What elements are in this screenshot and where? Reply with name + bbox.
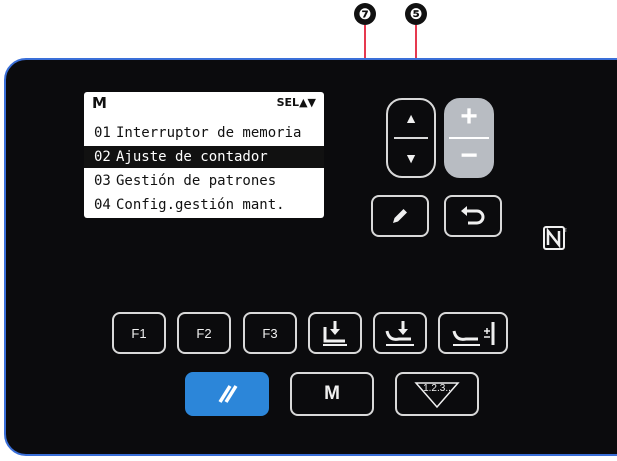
mode-button[interactable]: M bbox=[290, 372, 374, 416]
thread-clamp-icon bbox=[385, 321, 414, 346]
up-arrow-icon[interactable]: ▲ bbox=[404, 110, 418, 126]
up-down-button[interactable]: ▲ ▼ bbox=[386, 98, 436, 178]
lcd-row-number: 04 bbox=[94, 197, 111, 213]
lcd-menu-row-selected[interactable]: 02 Ajuste de contador bbox=[84, 146, 324, 168]
return-icon bbox=[461, 206, 485, 225]
bobbin-winder-icon bbox=[452, 322, 495, 346]
lcd-row-label: Gestión de patrones bbox=[116, 173, 277, 189]
lcd-screen: M SEL▲▼ 01 Interruptor de memoria 02 Ajust… bbox=[84, 92, 324, 218]
f3-button[interactable]: F3 bbox=[243, 312, 297, 354]
plus-minus-button[interactable]: + − bbox=[444, 98, 494, 178]
minus-icon[interactable]: − bbox=[460, 141, 478, 171]
lcd-menu-row[interactable]: 03 Gestión de patrones bbox=[84, 170, 324, 192]
up-down-divider bbox=[394, 137, 428, 139]
return-button[interactable] bbox=[444, 195, 502, 237]
lcd-row-label: Config.gestión mant. bbox=[116, 197, 285, 213]
lcd-select-indicator: SEL▲▼ bbox=[276, 96, 316, 109]
lcd-row-label: Interruptor de memoria bbox=[116, 125, 302, 141]
lcd-menu-row[interactable]: 01 Interruptor de memoria bbox=[84, 122, 324, 144]
bobbin-winder-button[interactable] bbox=[438, 312, 508, 354]
f2-button[interactable]: F2 bbox=[177, 312, 231, 354]
lcd-mode: M bbox=[92, 94, 107, 112]
lcd-row-number: 01 bbox=[94, 125, 111, 141]
edit-button[interactable] bbox=[371, 195, 429, 237]
plus-icon[interactable]: + bbox=[460, 100, 478, 134]
thread-clamp-button[interactable] bbox=[373, 312, 427, 354]
nfc-icon: TM bbox=[543, 226, 567, 250]
counter-button[interactable]: 1.2.3.. bbox=[395, 372, 479, 416]
reset-button[interactable] bbox=[185, 372, 269, 416]
down-arrow-icon[interactable]: ▼ bbox=[404, 150, 418, 166]
pencil-icon bbox=[393, 209, 407, 223]
lcd-row-number: 03 bbox=[94, 173, 111, 189]
lcd-row-label: Ajuste de contador bbox=[116, 149, 268, 165]
counter-label: 1.2.3.. bbox=[423, 383, 451, 394]
presser-foot-icon bbox=[323, 321, 347, 346]
lcd-menu-row[interactable]: 04 Config.gestión mant. bbox=[84, 194, 324, 216]
presser-foot-button[interactable] bbox=[308, 312, 362, 354]
lcd-row-number: 02 bbox=[94, 149, 111, 165]
f1-button[interactable]: F1 bbox=[112, 312, 166, 354]
svg-text:TM: TM bbox=[563, 228, 567, 233]
reset-icon bbox=[218, 385, 238, 403]
